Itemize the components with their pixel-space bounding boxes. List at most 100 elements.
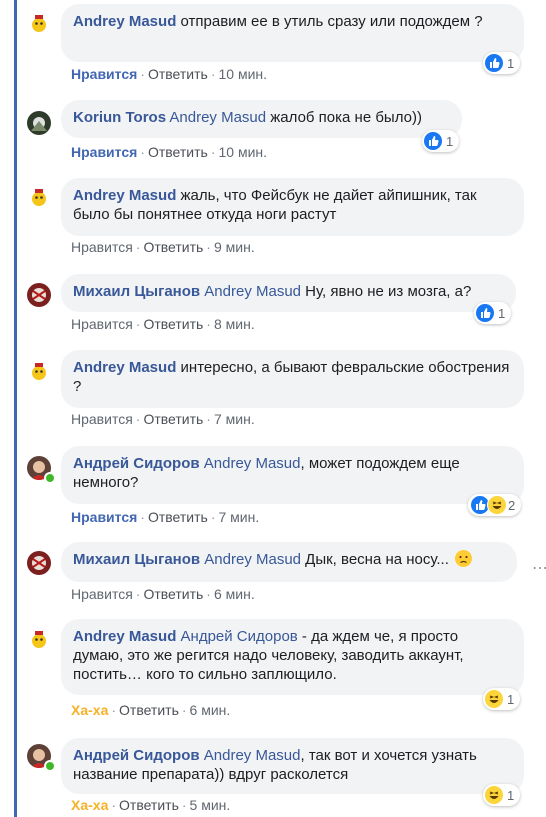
reaction-summary[interactable]: 1 [483, 784, 521, 806]
comment-author[interactable]: Andrey Masud [73, 13, 176, 30]
reply-link[interactable]: Ответить [143, 239, 203, 255]
comment-timestamp[interactable]: 5 мин. [190, 797, 231, 813]
separator-dot: · [135, 411, 141, 427]
reaction-stack [470, 495, 507, 515]
comment-bubble: Andrey Masud Андрей Сидоров - да ждем че… [61, 619, 524, 695]
comment-author[interactable]: Михаил Цыганов [73, 551, 200, 568]
reaction-count: 1 [446, 133, 454, 149]
comment-timestamp[interactable]: 10 мин. [218, 66, 267, 82]
comment-bubble: Andrey Masud интересно, а бывают февраль… [61, 350, 524, 408]
comment-author[interactable]: Andrey Masud [73, 359, 176, 376]
comment-mention[interactable]: Andrey Masud [204, 283, 301, 300]
reply-link[interactable]: Ответить [119, 797, 179, 813]
haha-reaction-link[interactable]: Ха-ха [71, 797, 108, 813]
avatar[interactable] [27, 628, 51, 652]
comment-timestamp[interactable]: 8 мин. [214, 316, 255, 332]
comment-bubble: Koriun Toros Andrey Masud жалоб пока не … [61, 100, 462, 138]
comment-text: Ну, явно не из мозга, а? [301, 283, 472, 300]
comment-actions: Нравится · Ответить · 10 мин. [71, 66, 267, 82]
comment-author[interactable]: Андрей Сидоров [73, 455, 200, 472]
reply-link[interactable]: Ответить [143, 586, 203, 602]
comment-author[interactable]: Koriun Toros [73, 109, 166, 126]
comment-author[interactable]: Андрей Сидоров [73, 747, 200, 764]
reply-link[interactable]: Ответить [119, 702, 179, 718]
reaction-summary[interactable]: 1 [422, 130, 460, 152]
comment-actions: Нравится · Ответить · 8 мин. [71, 316, 255, 332]
avatar[interactable] [27, 186, 51, 210]
comment-bubble: Михаил Цыганов Andrey Masud Дык, весна н… [61, 542, 517, 582]
comment-author[interactable]: Михаил Цыганов [73, 283, 200, 300]
reply-link[interactable]: Ответить [143, 411, 203, 427]
online-status-dot [44, 760, 56, 772]
haha-icon [485, 786, 503, 804]
avatar[interactable] [27, 111, 51, 135]
comment-bubble: Andrey Masud жаль, что Фейсбук не дайет … [61, 178, 524, 236]
avatar[interactable] [27, 283, 51, 307]
like-link[interactable]: Нравится [71, 586, 133, 602]
comment-timestamp[interactable]: 9 мин. [214, 239, 255, 255]
separator-dot: · [140, 509, 145, 525]
reply-link[interactable]: Ответить [148, 144, 208, 160]
comment-bubble: Andrey Masud отправим ее в утиль сразу и… [61, 4, 524, 62]
more-options-icon[interactable]: ⋯ [532, 558, 546, 578]
comment-author[interactable]: Andrey Masud [73, 628, 176, 645]
like-link[interactable]: Нравится [71, 411, 133, 427]
reaction-count: 1 [507, 787, 515, 803]
separator-dot: · [181, 797, 187, 813]
like-link[interactable]: Нравится [71, 509, 137, 525]
comment-mention[interactable]: Andrey Masud [204, 747, 301, 764]
reaction-summary[interactable]: 2 [468, 494, 522, 516]
comment-timestamp[interactable]: 6 мин. [190, 702, 231, 718]
online-status-dot [44, 472, 56, 484]
comment-text: отправим ее в утиль сразу или подождем ? [176, 13, 483, 30]
separator-dot: · [111, 702, 117, 718]
separator-dot: · [135, 316, 141, 332]
like-link[interactable]: Нравится [71, 316, 133, 332]
comment-timestamp[interactable]: 6 мин. [214, 586, 255, 602]
reply-link[interactable]: Ответить [148, 509, 208, 525]
reaction-summary[interactable]: 1 [483, 52, 521, 74]
comment-mention[interactable]: Andrey Masud [169, 109, 266, 126]
reaction-count: 1 [507, 55, 515, 71]
comment-mention[interactable]: Andrey Masud [204, 551, 301, 568]
comment-text: Дык, весна на носу... [301, 551, 449, 568]
like-link[interactable]: Нравится [71, 239, 133, 255]
separator-dot: · [210, 509, 216, 525]
comment-mention[interactable]: Андрей Сидоров [181, 628, 298, 645]
like-icon [476, 304, 494, 322]
like-link[interactable]: Нравится [71, 144, 137, 160]
confused-face-icon [455, 550, 473, 567]
reply-thread-line [14, 0, 17, 817]
reaction-summary[interactable]: 1 [483, 688, 521, 710]
separator-dot: · [140, 144, 145, 160]
avatar[interactable] [27, 360, 51, 384]
comment-actions: Нравится · Ответить · 6 мин. [71, 586, 255, 602]
haha-reaction-link[interactable]: Ха-ха [71, 702, 108, 718]
comment-mention[interactable]: Andrey Masud [204, 455, 301, 472]
avatar[interactable] [27, 551, 51, 575]
comment-bubble: Михаил Цыганов Andrey Masud Ну, явно не … [61, 274, 516, 312]
comment-author[interactable]: Andrey Masud [73, 187, 176, 204]
comment-actions: Нравится · Ответить · 7 мин. [71, 509, 259, 525]
comment-actions: Нравится · Ответить · 7 мин. [71, 411, 255, 427]
reaction-summary[interactable]: 1 [474, 302, 512, 324]
separator-dot: · [111, 797, 117, 813]
like-icon [424, 132, 442, 150]
separator-dot: · [181, 702, 187, 718]
avatar[interactable] [27, 12, 51, 36]
haha-icon [485, 690, 503, 708]
separator-dot: · [135, 239, 141, 255]
reaction-count: 1 [498, 305, 506, 321]
reaction-count: 2 [508, 497, 516, 513]
separator-dot: · [206, 316, 211, 332]
comment-bubble: Андрей Сидоров Andrey Masud, так вот и х… [61, 738, 524, 794]
separator-dot: · [140, 66, 145, 82]
reply-link[interactable]: Ответить [148, 66, 208, 82]
like-icon [485, 54, 503, 72]
like-link[interactable]: Нравится [71, 66, 137, 82]
reply-link[interactable]: Ответить [143, 316, 203, 332]
comment-timestamp[interactable]: 10 мин. [218, 144, 267, 160]
comment-timestamp[interactable]: 7 мин. [214, 411, 255, 427]
comment-timestamp[interactable]: 7 мин. [218, 509, 259, 525]
separator-dot: · [206, 239, 211, 255]
